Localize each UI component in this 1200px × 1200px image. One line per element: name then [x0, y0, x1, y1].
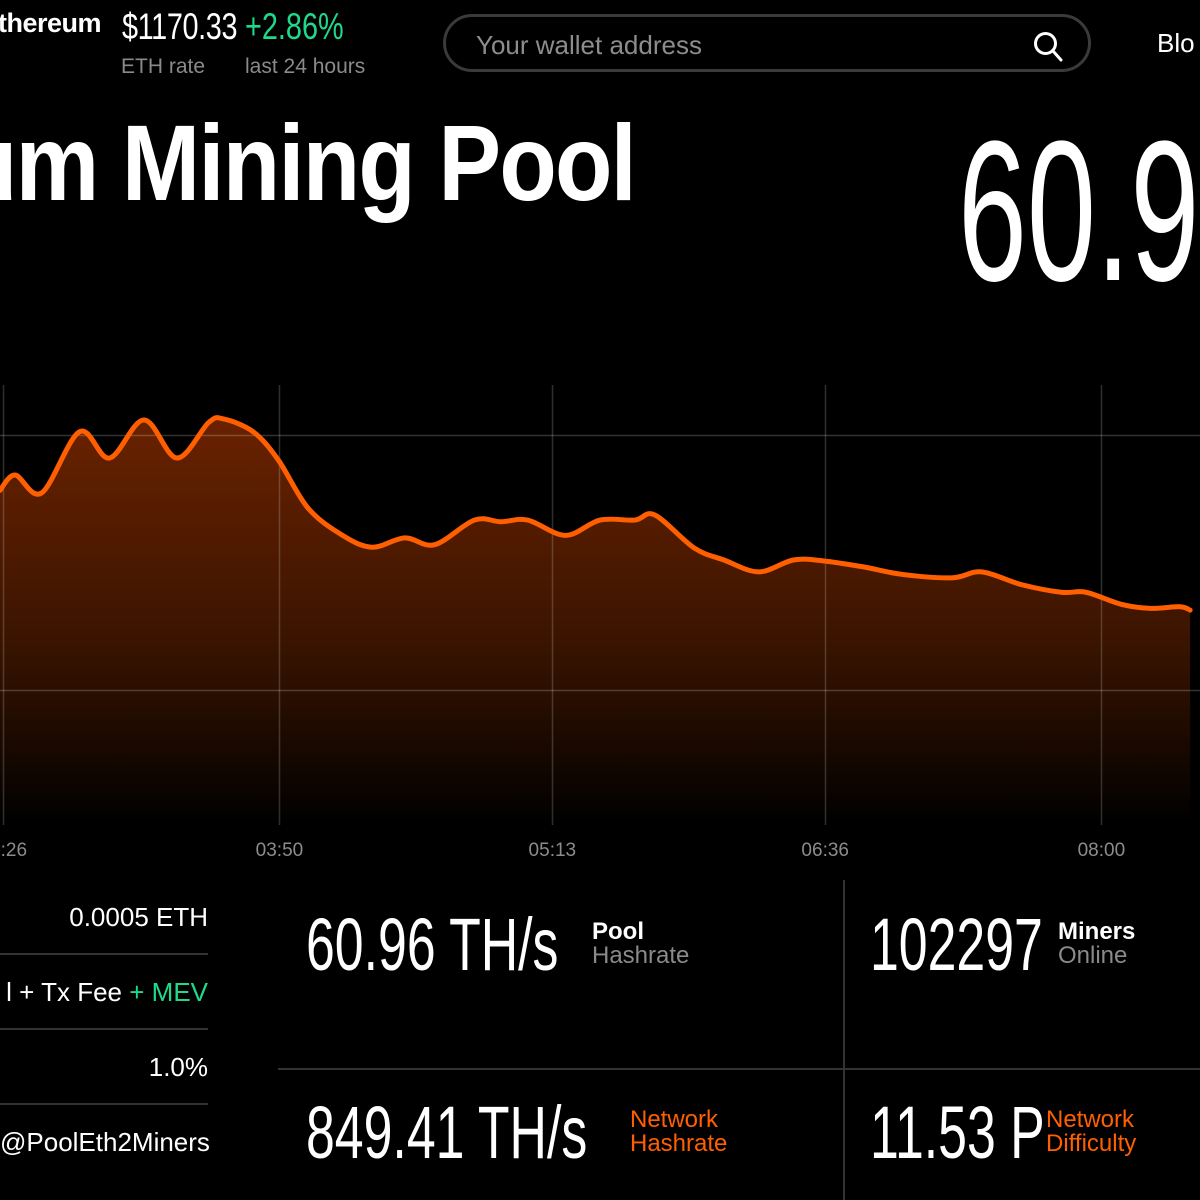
x-tick-label: 08:00 [1077, 840, 1126, 861]
miners-online-label: Miners Online [1058, 918, 1136, 969]
pool-hashrate-value: 60.96 TH/s [306, 903, 559, 986]
stat-miners-online: 102297 Miners Online [870, 908, 1135, 982]
reward-type-value: l + Tx Fee [6, 977, 123, 1007]
brand-logo-text[interactable]: thereum [0, 8, 102, 39]
pool-info-list: 0.0005 ETH l + Tx Fee + MEV 1.0% @PoolEt… [0, 880, 210, 1180]
mev-badge: + MEV [129, 977, 208, 1007]
stats-divider-vertical [843, 880, 845, 1200]
hashrate-chart [0, 385, 1200, 825]
search-icon[interactable] [1032, 30, 1064, 62]
wallet-search-box [443, 14, 1091, 72]
stat-network-difficulty: 11.53 P Network Difficulty [870, 1096, 1136, 1170]
stat-network-hashrate: 849.41 TH/s Network Hashrate [306, 1096, 727, 1170]
info-row-fee: 1.0% [0, 1030, 208, 1105]
nav-link-blog[interactable]: Blo [1157, 28, 1195, 59]
eth-rate-value: $1170.33 [122, 6, 238, 47]
network-difficulty-value: 11.53 P [870, 1091, 1045, 1174]
pool-fee-value: 1.0% [148, 1052, 208, 1082]
pool-hashrate-label: Pool Hashrate [592, 918, 690, 969]
eth-rate-label: ETH rate [121, 55, 206, 78]
x-tick-label: 02:26 [0, 840, 28, 861]
x-tick-label: 03:50 [255, 840, 304, 861]
change-period-label: last 24 hours [245, 55, 366, 78]
info-row-telegram: @PoolEth2Miners [0, 1105, 210, 1180]
network-difficulty-label: Network Difficulty [1046, 1106, 1137, 1157]
pool-hashrate-hero: 60.9 [958, 100, 1200, 323]
hashrate-area [0, 417, 1191, 825]
eth-rate-change: +2.86% [245, 6, 344, 47]
page-title: um Mining Pool [0, 102, 637, 223]
miners-online-value: 102297 [870, 903, 1043, 986]
top-bar: thereum $1170.33 +2.86% ETH rate last 24… [0, 0, 1200, 100]
wallet-address-input[interactable] [474, 25, 1018, 65]
min-payout-value: 0.0005 ETH [69, 902, 208, 932]
x-tick-label: 06:36 [801, 840, 849, 861]
network-hashrate-value: 849.41 TH/s [306, 1091, 588, 1174]
telegram-link[interactable]: @PoolEth2Miners [0, 1127, 210, 1157]
x-tick-label: 05:13 [528, 840, 577, 861]
network-hashrate-label: Network Hashrate [630, 1106, 728, 1157]
info-row-min-payout: 0.0005 ETH [0, 880, 208, 955]
stats-divider-horizontal [278, 1068, 1200, 1070]
info-row-reward-type: l + Tx Fee + MEV [0, 955, 208, 1030]
stats-grid: 60.96 TH/s Pool Hashrate 102297 Miners O… [278, 880, 1200, 1200]
stat-pool-hashrate: 60.96 TH/s Pool Hashrate [306, 908, 689, 982]
